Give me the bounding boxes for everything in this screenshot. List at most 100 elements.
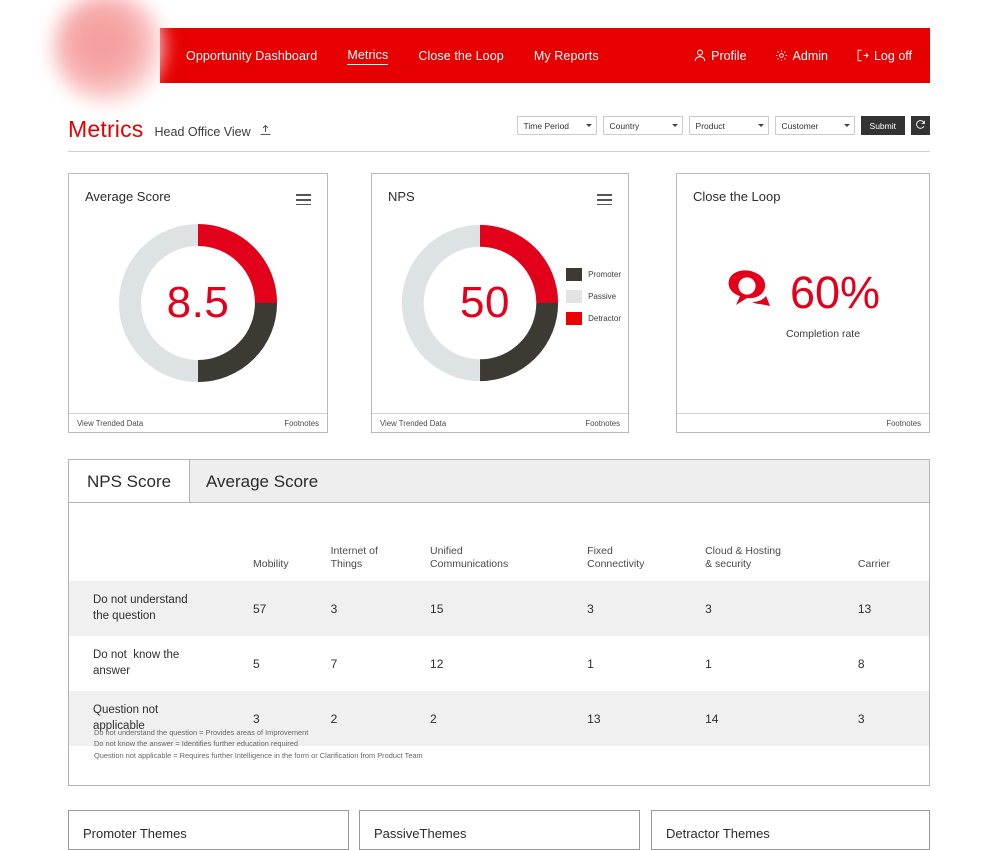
footnote-line: Do not know the answer = Identifies furt… <box>94 739 298 749</box>
legend-swatch-promoter <box>566 268 583 281</box>
tab-nps-score[interactable]: NPS Score <box>69 460 191 504</box>
average-score-value: 8.5 <box>166 277 230 327</box>
column-header-mobility: Mobility <box>253 558 289 571</box>
tab-average-score[interactable]: Average Score <box>188 460 336 504</box>
card-promoter-themes-title: Promoter Themes <box>83 826 187 841</box>
speech-bubbles-svg <box>728 270 770 306</box>
table-row: Do not know the answer 5 7 12 1 1 8 <box>69 636 929 691</box>
table-footnotes: Do not understand the question = Provide… <box>94 727 423 761</box>
footnote-line: Do not understand the question = Provide… <box>94 727 309 737</box>
card-nps: NPS 50 Promoter Passive Detractor View T… <box>371 173 629 433</box>
filter-country-label: Country <box>609 120 640 131</box>
footnote-line: Question not applicable = Requires furth… <box>94 750 423 760</box>
cell: 1 <box>587 656 594 671</box>
gear-icon <box>775 49 788 62</box>
chevron-down-icon <box>585 124 592 127</box>
card-detractor-themes-title: Detractor Themes <box>666 826 770 841</box>
card-close-the-loop: Close the Loop 60% Completion rate Footn… <box>676 173 930 433</box>
cell: 15 <box>430 581 588 637</box>
cell: 8 <box>857 656 865 671</box>
account-nav-links: Profile Admin Log off <box>666 49 912 63</box>
chevron-down-icon <box>843 124 850 127</box>
page-header: Metrics Head Office View Time Period Cou… <box>68 112 930 152</box>
filter-time-period-label: Time Period <box>523 120 570 131</box>
cell: 3 <box>857 691 929 747</box>
footnotes-link[interactable]: Footnotes <box>886 419 921 428</box>
card-promoter-themes: Promoter Themes <box>68 810 349 850</box>
nav-link-opportunity-dashboard[interactable]: Opportunity Dashboard <box>186 47 317 65</box>
average-score-donut-chart: 8.5 <box>69 200 327 405</box>
filter-product[interactable]: Product <box>688 116 769 135</box>
refresh-button[interactable] <box>911 116 930 135</box>
upload-icon[interactable] <box>259 124 272 142</box>
card-passive-themes-title: PassiveThemes <box>374 826 467 841</box>
legend-item-passive: Passive <box>566 290 621 303</box>
card-passive-themes: PassiveThemes <box>359 810 640 850</box>
filter-product-label: Product <box>695 120 725 131</box>
footnotes-link[interactable]: Footnotes <box>585 419 620 428</box>
close-the-loop-metric: 60% <box>726 269 880 316</box>
filter-toolbar: Time Period Country Product Customer Sub… <box>516 116 930 135</box>
view-name-label: Head Office View <box>154 125 251 139</box>
footnotes-link[interactable]: Footnotes <box>284 419 319 428</box>
table-header: Mobility Internet of Things Unified Commun… <box>69 503 929 581</box>
refresh-icon <box>915 117 926 135</box>
nav-admin-label: Admin <box>792 48 828 63</box>
row-label: Do not understand the question <box>69 581 253 637</box>
filter-country[interactable]: Country <box>602 116 683 135</box>
table-row: Do not understand the question 57 3 15 3 … <box>69 581 929 637</box>
close-the-loop-body: 60% Completion rate <box>677 269 929 340</box>
column-header-unified-communications: Unified Communications <box>430 545 509 571</box>
cell: 7 <box>330 656 338 671</box>
speech-bubbles-icon <box>726 269 782 316</box>
submit-button[interactable]: Submit <box>860 116 905 135</box>
column-header-blank <box>69 503 253 581</box>
nps-legend: Promoter Passive Detractor <box>566 268 621 325</box>
card-nps-footer: View Trended Data Footnotes <box>372 413 628 432</box>
user-icon <box>694 49 706 62</box>
metrics-panel: NPS Score Average Score Mobility Interne… <box>68 459 930 786</box>
close-the-loop-percentage: 60% <box>789 267 881 318</box>
filter-time-period[interactable]: Time Period <box>516 116 597 135</box>
nps-score-table-panel: Mobility Internet of Things Unified Commun… <box>68 502 930 786</box>
nav-link-close-the-loop[interactable]: Close the Loop <box>418 47 504 65</box>
table-header-row: Mobility Internet of Things Unified Commun… <box>69 503 929 581</box>
nav-link-metrics[interactable]: Metrics <box>347 46 389 65</box>
nps-score-table: Mobility Internet of Things Unified Commun… <box>69 503 929 747</box>
legend-swatch-passive <box>566 290 583 303</box>
nav-log-off[interactable]: Log off <box>856 49 912 63</box>
legend-label-promoter: Promoter <box>588 270 621 279</box>
page-title: Metrics <box>68 116 144 142</box>
logout-icon <box>856 49 869 62</box>
column-header-internet-of-things: Internet of Things <box>330 545 378 571</box>
legend-label-detractor: Detractor <box>588 314 621 323</box>
table-body: Do not understand the question 57 3 15 3 … <box>69 581 929 747</box>
cell: 3 <box>705 581 858 637</box>
legend-item-promoter: Promoter <box>566 268 621 281</box>
column-header-fixed-connectivity: Fixed Connectivity <box>587 545 645 571</box>
nav-log-off-label: Log off <box>873 48 912 63</box>
cell: 13 <box>857 581 929 637</box>
filter-customer-label: Customer <box>781 120 819 131</box>
company-logo <box>52 0 164 104</box>
tab-strip: NPS Score Average Score <box>68 459 930 504</box>
cell: 2 <box>430 691 588 747</box>
nav-link-my-reports[interactable]: My Reports <box>534 47 599 65</box>
nav-profile[interactable]: Profile <box>694 49 747 63</box>
view-trended-data-link[interactable]: View Trended Data <box>380 419 446 428</box>
legend-label-passive: Passive <box>588 292 617 301</box>
close-the-loop-caption: Completion rate <box>785 328 861 340</box>
column-header-cloud-hosting-security: Cloud & Hosting & security <box>705 545 781 571</box>
cell: 5 <box>253 656 260 671</box>
card-detractor-themes: Detractor Themes <box>651 810 930 850</box>
view-trended-data-link[interactable]: View Trended Data <box>77 419 143 428</box>
card-average-score: Average Score 8.5 View Trended Data Foot… <box>68 173 328 433</box>
primary-nav-links: Opportunity Dashboard Metrics Close the … <box>186 46 629 65</box>
card-close-the-loop-footer: Footnotes <box>677 413 929 432</box>
row-label: Do not know the answer <box>93 649 180 677</box>
legend-swatch-detractor <box>566 312 583 325</box>
nav-admin[interactable]: Admin <box>775 49 828 63</box>
filter-customer[interactable]: Customer <box>774 116 855 135</box>
cell: 57 <box>253 581 331 637</box>
column-header-carrier: Carrier <box>857 558 890 571</box>
